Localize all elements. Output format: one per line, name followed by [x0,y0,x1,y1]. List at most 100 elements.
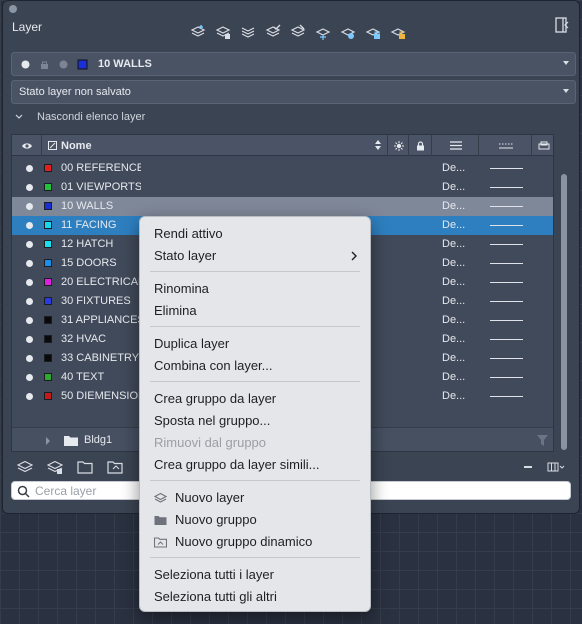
layer-color-swatch[interactable] [44,221,52,229]
column-linetype[interactable] [480,135,532,156]
layer-color-swatch[interactable] [44,240,52,248]
layer-lineweight-line[interactable] [490,244,523,245]
layer-lineweight-line[interactable] [490,320,523,321]
column-visibility[interactable] [12,135,42,156]
menu-item-rendi-attivo[interactable]: Rendi attivo [140,224,372,244]
lock-icon[interactable] [361,22,384,42]
menu-item-combina-con-layer[interactable]: Combina con layer... [140,356,372,376]
layer-lineweight-line[interactable] [490,206,523,207]
layer-on-bulb-icon[interactable] [26,317,33,324]
layer-lineweight-line[interactable] [490,358,523,359]
layer-lineweight-line[interactable] [490,168,523,169]
menu-item-elimina[interactable]: Elimina [140,301,372,321]
layer-color-swatch[interactable] [44,335,52,343]
layer-lineweight-line[interactable] [490,282,523,283]
layer-on-bulb-icon[interactable] [26,203,33,210]
menu-item-duplica-layer[interactable]: Duplica layer [140,334,372,354]
layer-on-bulb-icon[interactable] [26,336,33,343]
layer-on-bulb-icon[interactable] [26,241,33,248]
current-layer-select[interactable]: 10 WALLS [11,52,576,76]
layer-color-swatch[interactable] [44,259,52,267]
layer-color-swatch[interactable] [44,373,52,381]
layer-linetype[interactable]: De... [442,352,465,364]
menu-item-stato-layer[interactable]: Stato layer [140,246,372,266]
chevron-right-icon[interactable] [45,437,51,445]
layer-on-bulb-icon[interactable] [26,184,33,191]
set-current-icon[interactable] [261,22,284,42]
menu-item-crea-gruppo-da-layer[interactable]: Crea gruppo da layer [140,389,372,409]
layer-linetype[interactable]: De... [442,200,465,212]
column-name[interactable]: Nome [43,135,388,156]
layer-on-bulb-icon[interactable] [26,393,33,400]
new-layer-icon[interactable] [186,22,209,42]
menu-item-sposta-nel-gruppo[interactable]: Sposta nel gruppo... [140,411,372,431]
hide-layer-list-toggle[interactable]: Nascondi elenco layer [15,111,145,123]
columns-settings-icon[interactable] [547,460,565,474]
layer-color-swatch[interactable] [44,164,52,172]
layer-lineweight-line[interactable] [490,339,523,340]
menu-item-nuovo-gruppo[interactable]: Nuovo gruppo [140,510,372,530]
layer-on-bulb-icon[interactable] [26,222,33,229]
menu-item-nuovo-layer[interactable]: Nuovo layer [140,488,372,508]
layer-linetype[interactable]: De... [442,314,465,326]
column-plot[interactable] [533,135,553,156]
delete-layer-icon[interactable] [524,466,532,468]
column-lineweight[interactable] [433,135,479,156]
layer-color-swatch[interactable] [44,183,52,191]
match-layer-icon[interactable] [286,22,309,42]
layer-state-select[interactable]: Stato layer non salvato [11,80,576,104]
scrollbar-thumb[interactable] [561,174,567,450]
layer-color-swatch[interactable] [44,202,52,210]
layer-linetype[interactable]: De... [442,219,465,231]
layer-lineweight-line[interactable] [490,263,523,264]
layer-color-swatch[interactable] [44,297,52,305]
panel-grip[interactable] [9,5,17,13]
isolate-icon[interactable] [336,22,359,42]
column-freeze[interactable] [389,135,409,156]
layer-color-swatch[interactable] [44,278,52,286]
layer-linetype[interactable]: De... [442,162,465,174]
layer-color-swatch[interactable] [44,354,52,362]
layer-lineweight-line[interactable] [490,396,523,397]
layer-on-bulb-icon[interactable] [26,374,33,381]
new-layer-vp-frozen-icon[interactable] [211,22,234,42]
layer-on-bulb-icon[interactable] [26,355,33,362]
layer-row[interactable]: 10 WALLS De... [12,197,553,216]
layer-linetype[interactable]: De... [442,295,465,307]
new-group-folder-icon[interactable] [77,460,93,474]
dock-panel-icon[interactable] [555,17,569,33]
layer-linetype[interactable]: De... [442,257,465,269]
layer-on-bulb-icon[interactable] [26,260,33,267]
layer-on-bulb-icon[interactable] [26,165,33,172]
menu-item-seleziona-tutti-i-layer[interactable]: Seleziona tutti i layer [140,565,372,585]
layer-on-bulb-icon[interactable] [26,279,33,286]
layer-linetype[interactable]: De... [442,181,465,193]
layer-list-scrollbar[interactable] [559,134,569,452]
layer-lineweight-line[interactable] [490,377,523,378]
layer-states-icon[interactable] [236,22,259,42]
unlock-icon[interactable] [386,22,409,42]
menu-item-crea-gruppo-da-layer-simili[interactable]: Crea gruppo da layer simili... [140,455,372,475]
layer-lineweight-line[interactable] [490,187,523,188]
layer-color-swatch[interactable] [44,316,52,324]
layer-color-swatch[interactable] [44,392,52,400]
layer-linetype[interactable]: De... [442,238,465,250]
layer-linetype[interactable]: De... [442,333,465,345]
layer-linetype[interactable]: De... [442,371,465,383]
layer-linetype[interactable]: De... [442,276,465,288]
layer-row[interactable]: 00 REFERENCE De... [12,159,553,178]
menu-item-rinomina[interactable]: Rinomina [140,279,372,299]
layer-linetype[interactable]: De... [442,390,465,402]
layer-lineweight-line[interactable] [490,301,523,302]
new-layer-frozen-icon[interactable] [47,460,63,474]
new-layer-icon[interactable] [17,460,33,474]
layer-on-bulb-icon[interactable] [26,298,33,305]
menu-item-seleziona-tutti-gli-altri[interactable]: Seleziona tutti gli altri [140,587,372,607]
new-dynamic-group-icon[interactable] [107,460,123,474]
layer-row[interactable]: 01 VIEWPORTS De... [12,178,553,197]
filter-icon[interactable] [537,435,548,446]
freeze-icon[interactable] [311,22,334,42]
menu-item-nuovo-gruppo-dinamico[interactable]: Nuovo gruppo dinamico [140,532,372,552]
layer-lineweight-line[interactable] [490,225,523,226]
column-lock[interactable] [410,135,432,156]
